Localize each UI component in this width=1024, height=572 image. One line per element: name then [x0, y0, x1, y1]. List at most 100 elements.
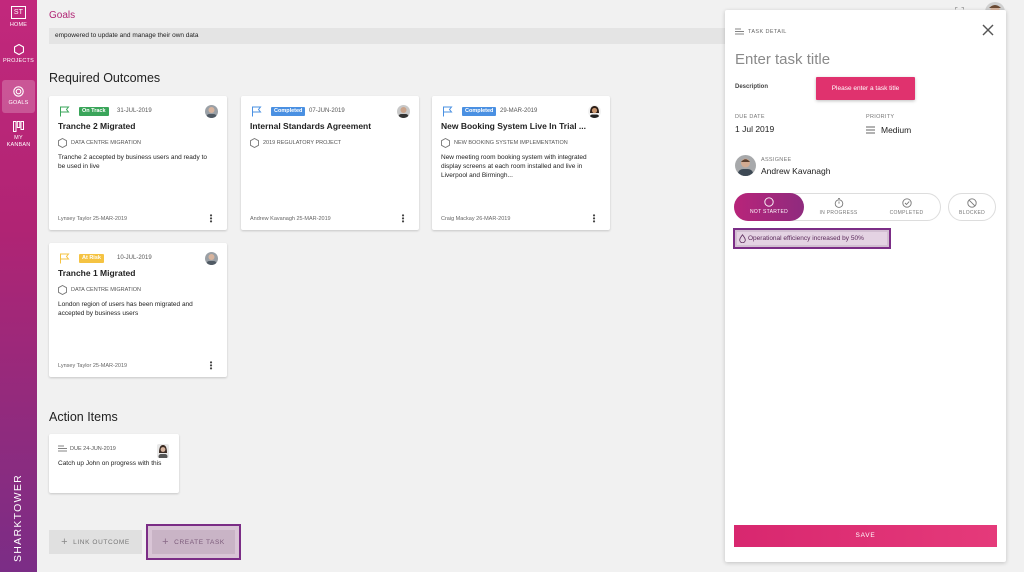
project-label: 2019 REGULATORY PROJECT	[250, 138, 341, 148]
created-by: Lynsey Taylor 25-MAR-2019	[58, 363, 128, 369]
drop-icon	[739, 234, 746, 243]
description-label: Description	[735, 84, 769, 90]
logo: ST	[11, 6, 26, 19]
status-in-progress[interactable]: IN PROGRESS	[804, 194, 873, 220]
avatar	[205, 252, 218, 265]
section-title-required-outcomes: Required Outcomes	[49, 71, 161, 85]
assignee-avatar	[735, 155, 756, 176]
check-circle-icon	[901, 198, 912, 208]
created-by: Craig Mackay 26-MAR-2019	[441, 216, 511, 222]
assignee-name[interactable]: Andrew Kavanagh	[761, 166, 830, 176]
hexagon-icon	[58, 285, 67, 295]
close-icon[interactable]	[981, 23, 995, 37]
kanban-icon	[13, 121, 24, 132]
section-title-action-items: Action Items	[49, 410, 118, 424]
outcome-card[interactable]: Completed 07-JUN-2019 Internal Standards…	[241, 96, 419, 230]
more-options-icon[interactable]: • • •	[209, 359, 213, 373]
create-task-button[interactable]: + CREATE TASK	[152, 530, 235, 554]
action-item-card[interactable]: DUE 24-JUN-2019 Catch up John on progres…	[49, 434, 179, 493]
project-name: NEW BOOKING SYSTEM IMPLEMENTATION	[454, 140, 568, 146]
created-by: Lynsey Taylor 25-MAR-2019	[58, 216, 128, 222]
plus-icon: +	[162, 536, 170, 548]
status-not-started[interactable]: NOT STARTED	[734, 193, 804, 221]
outcome-card[interactable]: At Risk 10-JUL-2019 Tranche 1 Migrated D…	[49, 243, 227, 377]
hexagon-icon	[58, 138, 67, 148]
status-selector: NOT STARTED IN PROGRESS COMPLETED	[734, 193, 941, 221]
sidebar-item-projects[interactable]: PROJECTS	[0, 44, 37, 64]
sidebar-item-home[interactable]: ST HOME	[0, 6, 37, 28]
sidebar: ST HOME PROJECTS GOALS MY KANBAN SHARKTO…	[0, 0, 37, 572]
due-date: DUE 24-JUN-2019	[70, 445, 116, 452]
sidebar-item-goals[interactable]: GOALS	[2, 80, 35, 113]
sidebar-item-label: MY KANBAN	[6, 135, 31, 148]
outcome-description: Tranche 2 accepted by business users and…	[58, 154, 207, 170]
outcome-title: Tranche 1 Migrated	[58, 268, 136, 278]
created-by: Andrew Kavanagh 25-MAR-2019	[250, 216, 331, 222]
save-button[interactable]: SAVE	[734, 525, 997, 547]
project-label: DATA CENTRE MIGRATION	[58, 138, 141, 148]
status-completed[interactable]: COMPLETED	[872, 194, 941, 220]
avatar	[157, 444, 169, 458]
due-date: 31-JUL-2019	[117, 108, 152, 114]
sidebar-item-label: GOALS	[8, 100, 29, 106]
project-label: DATA CENTRE MIGRATION	[58, 285, 141, 295]
project-label: NEW BOOKING SYSTEM IMPLEMENTATION	[441, 138, 568, 148]
status-badge: Completed	[462, 107, 497, 116]
project-name: 2019 REGULATORY PROJECT	[263, 140, 342, 146]
task-lines-icon	[58, 445, 67, 452]
outcome-description: New meeting room booking system with int…	[441, 154, 587, 179]
goal-description: empowered to update and manage their own…	[49, 28, 729, 44]
flag-icon	[252, 106, 262, 117]
create-task-label: CREATE TASK	[174, 538, 225, 546]
stopwatch-icon	[834, 198, 843, 208]
flag-icon	[443, 106, 453, 117]
plus-icon: +	[61, 536, 69, 548]
linked-outcome-chip[interactable]: Operational efficiency increased by 50%	[733, 228, 891, 249]
priority-selector[interactable]: Medium	[866, 125, 911, 135]
hexagon-icon	[250, 138, 259, 148]
status-blocked[interactable]: BLOCKED	[948, 193, 996, 221]
task-lines-icon	[735, 28, 744, 35]
hexagon-icon	[441, 138, 450, 148]
avatar	[205, 105, 218, 118]
due-date: 07-JUN-2019	[309, 108, 345, 114]
sidebar-item-label: PROJECTS	[3, 58, 34, 64]
priority-lines-icon	[866, 126, 875, 134]
project-name: DATA CENTRE MIGRATION	[71, 287, 141, 293]
brand-wordmark: SHARKTOWER	[12, 473, 24, 563]
status-badge: On Track	[79, 107, 109, 116]
more-options-icon[interactable]: • • •	[592, 212, 596, 226]
flag-icon	[60, 253, 70, 264]
blocked-icon	[967, 198, 977, 208]
outcome-card[interactable]: Completed 29-MAR-2019 New Booking System…	[432, 96, 610, 230]
status-badge: Completed	[271, 107, 306, 116]
task-title-input[interactable]	[735, 51, 935, 68]
panel-header: TASK DETAIL	[735, 28, 787, 35]
outcome-card[interactable]: On Track 31-JUL-2019 Tranche 2 Migrated …	[49, 96, 227, 230]
flag-icon	[60, 106, 70, 117]
due-date: 10-JUL-2019	[117, 255, 152, 261]
circle-icon	[764, 197, 774, 207]
priority-value: Medium	[881, 125, 912, 135]
due-date-field[interactable]: 1 Jul 2019	[735, 124, 774, 134]
project-name: DATA CENTRE MIGRATION	[71, 140, 141, 146]
due-date-label: DUE DATE	[735, 114, 765, 120]
more-options-icon[interactable]: • • •	[209, 212, 213, 226]
due-date: 29-MAR-2019	[500, 108, 538, 114]
action-item-text: Catch up John on progress with this	[58, 460, 162, 467]
sidebar-item-my-kanban[interactable]: MY KANBAN	[0, 121, 37, 149]
priority-label: PRIORITY	[866, 114, 895, 120]
status-badge: At Risk	[79, 254, 104, 263]
page-title: Goals	[49, 10, 76, 21]
more-options-icon[interactable]: • • •	[401, 212, 405, 226]
link-outcome-label: LINK OUTCOME	[73, 538, 130, 546]
outcome-title: Tranche 2 Migrated	[58, 121, 136, 131]
action-due: DUE 24-JUN-2019	[58, 445, 116, 452]
outcome-title: New Booking System Live In Trial ...	[441, 121, 587, 131]
avatar	[588, 105, 601, 118]
outcome-title: Internal Standards Agreement	[250, 121, 372, 131]
target-icon	[13, 86, 24, 97]
link-outcome-button[interactable]: + LINK OUTCOME	[49, 530, 142, 554]
create-task-button-highlight: + CREATE TASK	[146, 524, 241, 560]
hexagon-icon	[13, 44, 24, 55]
